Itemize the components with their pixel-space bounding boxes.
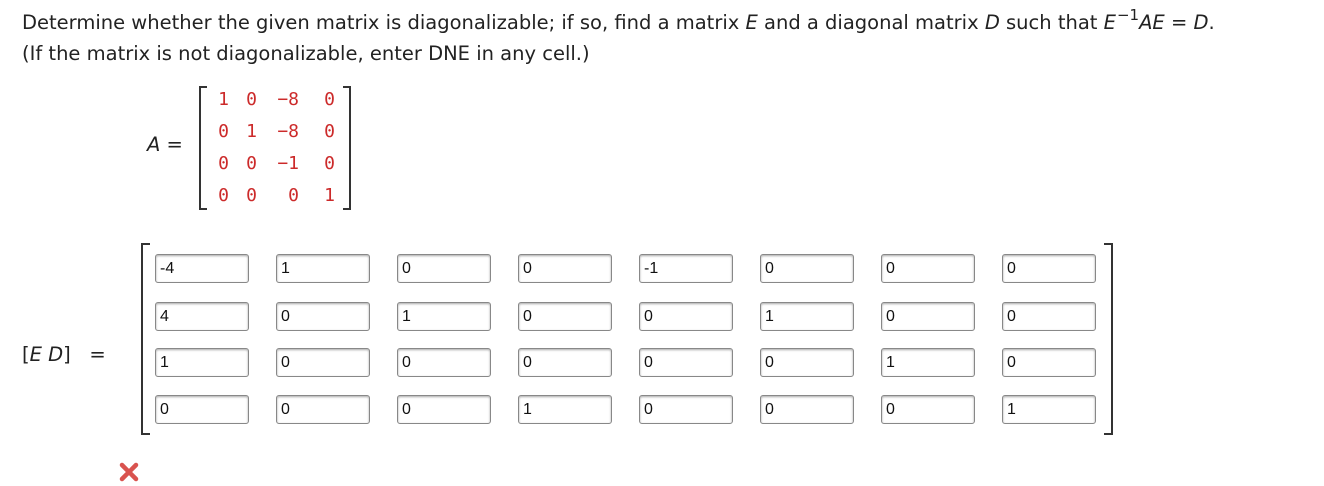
answer-cell-input[interactable]: 1 (1002, 395, 1096, 424)
var-d: D (48, 343, 64, 366)
answer-cell-input[interactable]: 4 (155, 302, 249, 331)
matrix-a-cell: 0 (324, 89, 335, 110)
answer-cell-input[interactable]: 0 (881, 254, 975, 283)
answer-cell-input[interactable]: 0 (518, 348, 612, 377)
answer-cell-input[interactable]: 0 (397, 254, 491, 283)
open-bracket: [ (22, 343, 30, 366)
answer-cell-input[interactable]: 0 (639, 395, 733, 424)
var-d: D (984, 11, 1000, 34)
question-line-2: (If the matrix is not diagonalizable, en… (22, 42, 590, 65)
matrix-a-cell: 1 (246, 121, 257, 142)
answer-cell-input[interactable]: -4 (155, 254, 249, 283)
answer-cell-input[interactable]: 0 (760, 254, 854, 283)
superscript-minus-one: −1 (1116, 6, 1140, 24)
answer-cell-input[interactable]: 0 (1002, 254, 1096, 283)
equals-sign: = (89, 343, 106, 366)
matrix-a-cell: 0 (324, 121, 335, 142)
var-e: E (29, 343, 42, 366)
incorrect-x-icon (119, 462, 139, 482)
answer-cell-input[interactable]: 1 (881, 348, 975, 377)
equals-sign: = (1164, 11, 1194, 34)
question-text-part: such that (999, 11, 1104, 34)
answer-cell-input[interactable]: 0 (760, 348, 854, 377)
answer-cell-input[interactable]: 1 (760, 302, 854, 331)
var-e: E (1103, 11, 1116, 34)
matrix-a-cell: 0 (288, 185, 299, 206)
matrix-a-cell: 0 (246, 89, 257, 110)
question-line-1: Determine whether the given matrix is di… (22, 6, 1215, 39)
answer-cell-input[interactable]: 0 (639, 302, 733, 331)
answer-cell-input[interactable]: 1 (155, 348, 249, 377)
matrix-a: 1 0 −8 0 0 1 −8 0 0 0 −1 0 0 0 0 1 (199, 86, 351, 210)
answer-cell-input[interactable]: 0 (760, 395, 854, 424)
answer-cell-input[interactable]: 0 (639, 348, 733, 377)
answer-cell-input[interactable]: 0 (518, 302, 612, 331)
answer-cell-input[interactable]: 0 (881, 302, 975, 331)
var-ae: AE (1139, 11, 1165, 34)
answer-cell-input[interactable]: 1 (518, 395, 612, 424)
answer-cell-input[interactable]: 1 (276, 254, 370, 283)
matrix-a-cell: 1 (324, 185, 335, 206)
answer-cell-input[interactable]: 0 (276, 302, 370, 331)
answer-cell-input[interactable]: 0 (518, 254, 612, 283)
answer-cell-input[interactable]: 0 (1002, 348, 1096, 377)
matrix-a-cell: −8 (277, 89, 299, 110)
close-bracket: ] (63, 343, 71, 366)
matrix-a-cell: 0 (246, 153, 257, 174)
matrix-a-name: A (147, 133, 161, 156)
period: . (1208, 11, 1215, 34)
answer-cell-input[interactable]: 0 (1002, 302, 1096, 331)
var-e: E (745, 11, 758, 34)
right-bracket (1104, 243, 1113, 435)
right-bracket (343, 86, 351, 210)
question-text-part: and a diagonal matrix (757, 11, 985, 34)
question-text: Determine whether the given matrix is di… (22, 6, 1215, 68)
answer-cell-input[interactable]: -1 (639, 254, 733, 283)
matrix-a-cell: −8 (277, 121, 299, 142)
matrix-a-label: A = (147, 133, 183, 156)
answer-matrix: -4 1 0 0 -1 0 0 0 4 0 1 0 0 1 0 0 1 0 0 0 0 0 1 0 0 0 0 1 0 0 0 1 (141, 243, 1113, 435)
matrix-a-cell: 0 (324, 153, 335, 174)
answer-cell-input[interactable]: 0 (397, 348, 491, 377)
question-text-part: Determine whether the given matrix is di… (22, 11, 746, 34)
answer-cell-input[interactable]: 0 (276, 348, 370, 377)
equals-sign: = (160, 133, 183, 156)
answer-cell-input[interactable]: 0 (155, 395, 249, 424)
answer-matrix-label: [E D] = (22, 343, 106, 366)
left-bracket (141, 243, 150, 435)
matrix-a-cell: −1 (277, 153, 299, 174)
answer-cell-input[interactable]: 1 (397, 302, 491, 331)
matrix-a-cell: 0 (246, 185, 257, 206)
answer-cell-input[interactable]: 0 (881, 395, 975, 424)
answer-cell-input[interactable]: 0 (397, 395, 491, 424)
var-d: D (1193, 11, 1209, 34)
answer-cell-input[interactable]: 0 (276, 395, 370, 424)
